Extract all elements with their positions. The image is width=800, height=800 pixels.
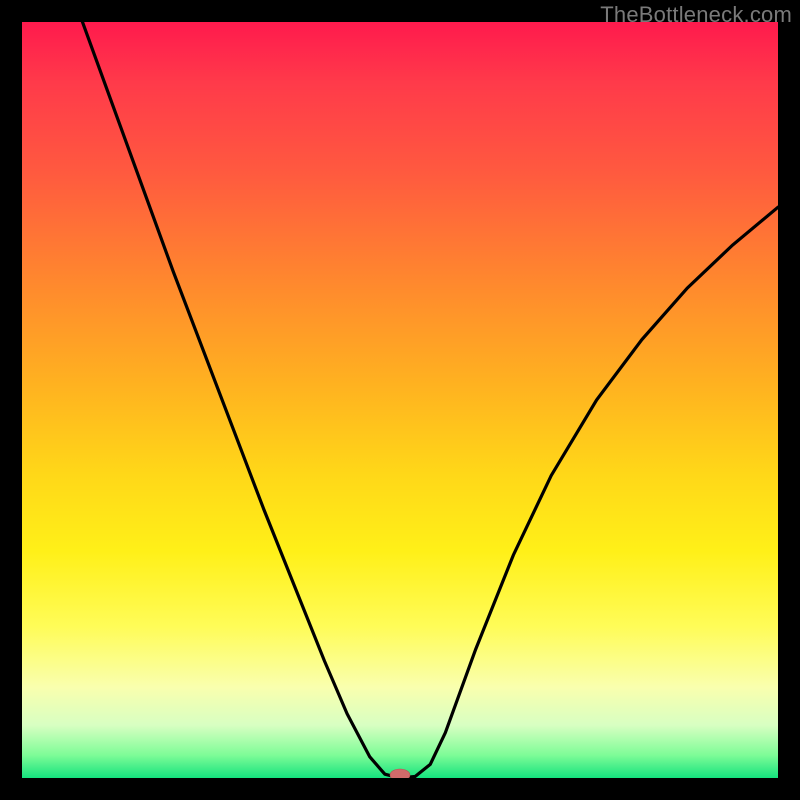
- bottleneck-curve-svg: [22, 22, 778, 778]
- optimum-marker: [390, 769, 410, 778]
- plot-frame: TheBottleneck.com: [0, 0, 800, 800]
- plot-area: [22, 22, 778, 778]
- bottleneck-curve: [82, 22, 778, 778]
- watermark-text: TheBottleneck.com: [600, 2, 792, 28]
